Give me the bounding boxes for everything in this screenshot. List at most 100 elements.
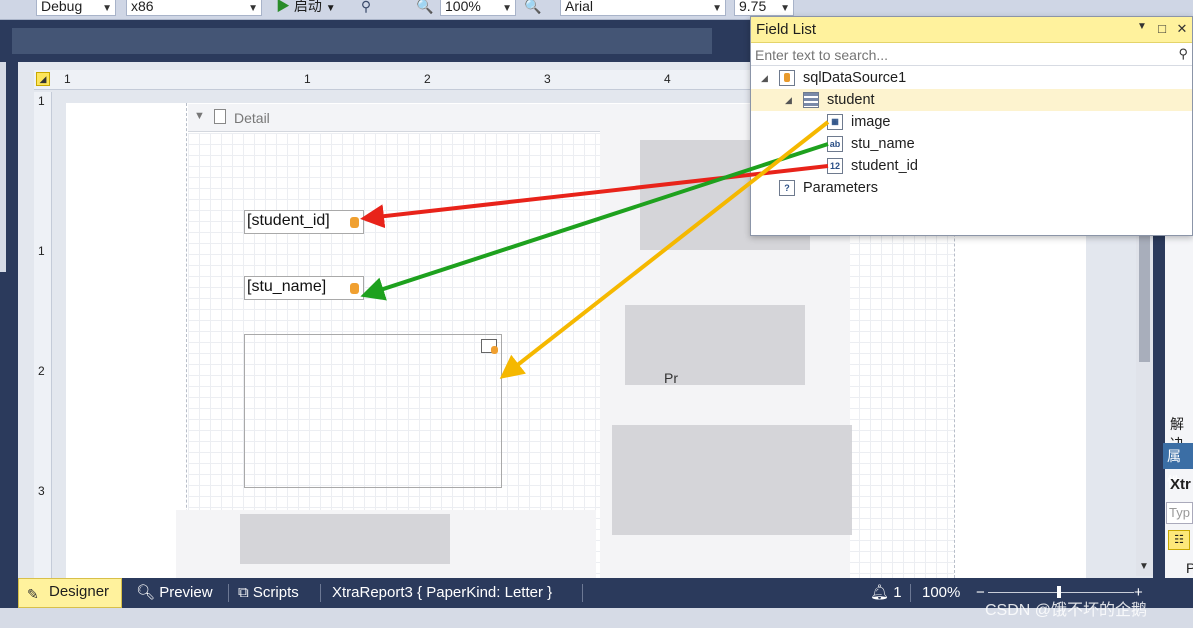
bell-icon: 🔔︎	[870, 584, 890, 601]
parameters-icon: ?	[779, 180, 795, 196]
database-binding-icon	[350, 283, 359, 294]
zoom-level: 100%	[922, 584, 961, 601]
preview-icon: 🔍︎	[136, 584, 156, 601]
field-list-title: Field List	[756, 21, 817, 38]
start-label: 启动	[293, 0, 322, 14]
config-combo[interactable]: Debug ▼	[36, 0, 116, 16]
notification-count: 1	[893, 584, 902, 601]
collapse-icon[interactable]: ▼	[194, 110, 205, 122]
scroll-down-icon[interactable]: ▼	[1139, 561, 1149, 572]
document-tab-strip	[0, 20, 760, 62]
tree-item-datasource[interactable]: ◢ sqlDataSource1	[751, 67, 1192, 89]
platform-combo-value: x86	[131, 0, 154, 14]
stu-name-label-control[interactable]: [stu_name]	[244, 276, 364, 300]
blurred-tabs	[12, 28, 712, 54]
chevron-down-icon: ▼	[712, 3, 722, 14]
designer-tab[interactable]: ✎ Designer	[18, 578, 122, 608]
parameters-label: Parameters	[803, 180, 878, 196]
left-dock-strip	[0, 62, 6, 272]
field-list-title-bar: Field List ▼ □ ✕	[751, 17, 1192, 43]
designer-icon: ✎	[27, 586, 39, 602]
chevron-down-icon: ▼	[248, 3, 258, 14]
property-row[interactable]: P	[1186, 560, 1193, 576]
ruler-h-number: 4	[664, 72, 671, 86]
field-label-image: image	[851, 114, 891, 130]
ruler-h-number: 3	[544, 72, 551, 86]
datasource-label: sqlDataSource1	[803, 70, 907, 86]
status-separator	[320, 584, 321, 602]
tree-item-table-student[interactable]: ◢ student	[751, 89, 1192, 111]
field-search-input[interactable]	[751, 44, 1171, 65]
string-field-icon: ab	[827, 136, 843, 152]
field-label-stu-name: stu_name	[851, 136, 915, 152]
report-info: XtraReport3 { PaperKind: Letter }	[332, 584, 553, 601]
watermark-text: CSDN @饿不坏的企鹅	[985, 602, 1148, 619]
font-size-value: 9.75	[739, 0, 767, 14]
tree-item-parameters[interactable]: ? Parameters	[751, 177, 1192, 199]
expand-icon[interactable]: ◢	[761, 67, 768, 89]
database-binding-icon	[350, 217, 359, 228]
search-icon: ⚲	[1178, 46, 1188, 61]
platform-combo[interactable]: x86 ▼	[126, 0, 262, 16]
properties-search-field[interactable]: Typ	[1166, 502, 1193, 524]
zoom-icon[interactable]: 🔍	[416, 0, 433, 14]
font-size-combo[interactable]: 9.75 ▼	[734, 0, 794, 16]
properties-header[interactable]: 属性	[1163, 443, 1193, 490]
chevron-down-icon[interactable]: ▼	[1135, 21, 1149, 32]
font-combo[interactable]: Arial ▼	[560, 0, 726, 16]
field-list-panel: Field List ▼ □ ✕ ⚲ ◢ sqlDataSource1 ◢ st…	[750, 16, 1193, 236]
ruler-h-number: 1	[64, 72, 71, 86]
status-separator	[910, 584, 911, 602]
student-id-label-control[interactable]: [student_id]	[244, 210, 364, 234]
detail-band-label: Detail	[234, 110, 270, 126]
report-designer-window: Debug ▼ x86 ▼ ▶ 启动 ▼ ⚲ 🔍 100% ▼ 🔍 Arial ▼ 9.…	[0, 0, 1193, 628]
ruler-v-number: 1	[38, 94, 45, 108]
notifications[interactable]: 🔔︎ 1	[870, 581, 902, 605]
start-button[interactable]: ▶ 启动 ▼	[276, 0, 336, 15]
ruler-v-number: 3	[38, 484, 45, 498]
tree-item-field-stu-name[interactable]: ab stu_name	[751, 133, 1192, 155]
ruler-corner[interactable]: ◢	[34, 70, 52, 88]
tree-item-field-image[interactable]: ▦ image	[751, 111, 1192, 133]
stu-name-binding: [stu_name]	[247, 278, 327, 295]
play-icon: ▶	[276, 0, 290, 14]
page-margin-line	[186, 103, 187, 578]
config-combo-value: Debug	[41, 0, 83, 14]
ruler-v-number: 1	[38, 244, 45, 258]
field-label-student-id: student_id	[851, 158, 918, 174]
student-id-binding: [student_id]	[247, 212, 330, 229]
tree-item-field-student-id[interactable]: 12 student_id	[751, 155, 1192, 177]
table-icon	[803, 92, 819, 108]
maximize-icon[interactable]: □	[1155, 21, 1169, 36]
scrollbar-thumb[interactable]	[1139, 236, 1150, 362]
redacted-block	[240, 514, 450, 564]
zoom-tool-icon[interactable]: 🔍	[524, 0, 541, 14]
redacted-block	[612, 425, 852, 535]
zoom-slider-track[interactable]	[988, 592, 1134, 593]
status-separator	[228, 584, 229, 602]
expand-icon[interactable]: ◢	[785, 89, 792, 111]
zoom-out-icon[interactable]: −	[976, 581, 985, 605]
number-field-icon: 12	[827, 158, 843, 174]
scripts-label: Scripts	[252, 584, 299, 601]
preview-tab[interactable]: 🔍︎ Preview	[136, 581, 213, 605]
redacted-block	[625, 305, 805, 385]
font-combo-value: Arial	[565, 0, 594, 14]
ruler-toggle-icon: ◢	[36, 72, 50, 86]
properties-object-name: Xtr	[1170, 476, 1191, 493]
vertical-ruler: 1 1 2 3	[34, 92, 52, 578]
band-icon	[214, 109, 226, 124]
designer-label: Designer	[49, 583, 110, 600]
picture-box-control[interactable]	[244, 334, 502, 488]
close-icon[interactable]: ✕	[1175, 21, 1189, 37]
table-label: student	[827, 92, 875, 108]
find-icon[interactable]: ⚲	[358, 0, 374, 14]
scripts-tab[interactable]: ⧉ Scripts	[238, 581, 299, 605]
chevron-down-icon: ▼	[325, 3, 336, 14]
zoom-combo[interactable]: 100% ▼	[440, 0, 516, 16]
preview-label: Preview	[159, 584, 213, 601]
partial-control-label: Pr	[664, 370, 678, 386]
categorized-icon[interactable]: ☷	[1168, 530, 1190, 550]
designer-vertical-scrollbar[interactable]: ▼	[1136, 236, 1153, 576]
chevron-down-icon: ▼	[102, 3, 112, 14]
